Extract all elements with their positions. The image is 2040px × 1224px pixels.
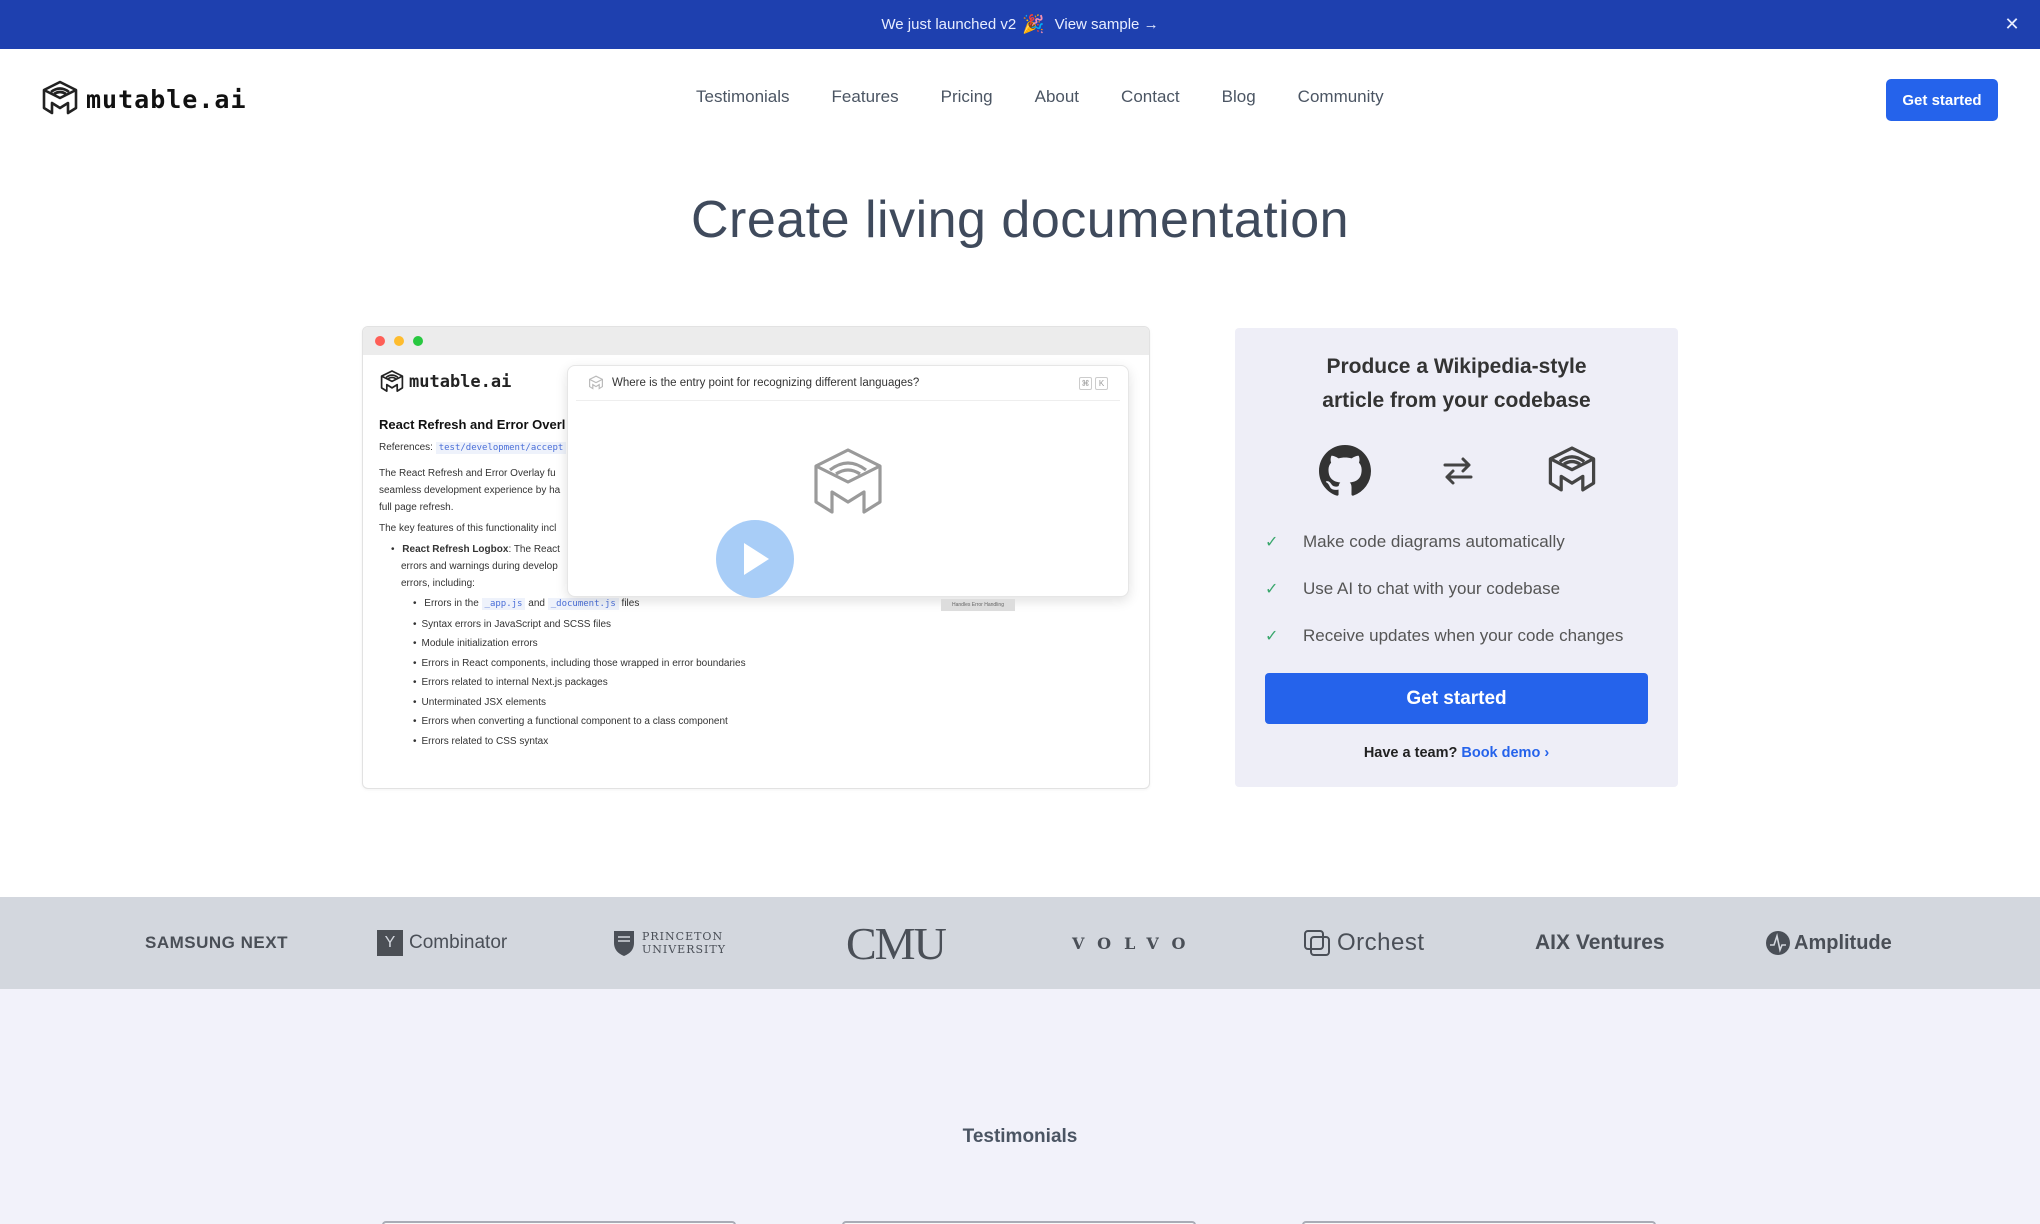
nav-contact[interactable]: Contact [1121, 87, 1180, 107]
mutable-small-icon [589, 375, 603, 390]
logbox-label: React Refresh Logbox [402, 544, 509, 555]
references-path: test/development/accept [435, 442, 567, 454]
window-close-dot [375, 336, 385, 346]
sync-arrows-icon [1443, 457, 1473, 485]
logo-text: mutable.ai [86, 84, 247, 114]
orchest-icon [1304, 930, 1330, 956]
feature-checklist: ✓ Make code diagrams automatically ✓ Use A… [1265, 518, 1623, 659]
investor-logos: SAMSUNG NEXT Y Combinator PRINCETON UNIV… [0, 897, 2040, 989]
play-button[interactable] [716, 520, 794, 598]
code-document-js: _document.js [547, 598, 619, 610]
demo-logo-text: mutable.ai [409, 372, 512, 392]
error-item: Errors in React components, including th… [413, 654, 799, 674]
testimonials-title: Testimonials [962, 1126, 1078, 1147]
nav-pricing[interactable]: Pricing [941, 87, 993, 107]
logo[interactable]: mutable.ai [40, 79, 247, 119]
check-icon: ✓ [1265, 533, 1279, 551]
mutable-logo-icon [1548, 446, 1596, 492]
mutable-logo-icon [380, 370, 404, 392]
princeton-line: PRINCETON [642, 930, 724, 943]
error-item: Module initialization errors [413, 634, 799, 654]
team-text: Have a team? [1363, 745, 1458, 761]
chat-popup: Where is the entry point for recognizing… [567, 365, 1129, 597]
princeton-shield-icon [614, 931, 634, 956]
princeton-line: UNIVERSITY [642, 943, 726, 956]
k-key: K [1095, 376, 1108, 390]
card-title-line: article from your codebase [1322, 389, 1591, 412]
chat-question: Where is the entry point for recognizing… [612, 377, 920, 389]
orchest-text: Orchest [1337, 929, 1425, 956]
announcement-bar: We just launched v2 🎉 View sample → ✕ [0, 0, 2040, 49]
card-title: Produce a Wikipedia-style article from y… [1235, 350, 1678, 418]
error-text: files [621, 598, 640, 609]
check-icon: ✓ [1265, 627, 1279, 645]
check-icon: ✓ [1265, 580, 1279, 598]
princeton-text: PRINCETON UNIVERSITY [642, 930, 726, 956]
view-sample-link[interactable]: View sample → [1055, 16, 1159, 33]
chat-question-bar: Where is the entry point for recognizing… [576, 366, 1120, 401]
header-get-started-button[interactable]: Get started [1886, 79, 1998, 121]
nav-testimonials[interactable]: Testimonials [696, 87, 790, 107]
error-text: Errors in the [424, 598, 479, 609]
yc-box-icon: Y [377, 930, 403, 956]
error-item: Errors when converting a functional comp… [413, 712, 799, 732]
aix-ventures-logo: AIX Ventures [1535, 931, 1665, 954]
play-icon [744, 543, 769, 575]
mutable-logo-large-icon [814, 448, 882, 514]
feature-item: ✓ Use AI to chat with your codebase [1265, 565, 1623, 612]
close-icon[interactable]: ✕ [2000, 12, 2024, 36]
error-item: Errors in the _app.js and _document.js f… [413, 594, 799, 615]
yc-text: Combinator [409, 932, 508, 953]
main-nav: Testimonials Features Pricing About Cont… [696, 87, 1426, 107]
party-popper-icon: 🎉 [1022, 14, 1045, 34]
site-header: mutable.ai Testimonials Features Pricing… [0, 49, 2040, 149]
amplitude-logo: Amplitude [1765, 897, 1892, 989]
references-label: References: [379, 442, 433, 453]
team-prompt: Have a team? Book demo › [1235, 745, 1678, 761]
github-icon [1319, 445, 1371, 496]
card-title-line: Produce a Wikipedia-style [1326, 355, 1587, 378]
mutable-logo-icon [42, 80, 78, 115]
feature-item: ✓ Make code diagrams automatically [1265, 518, 1623, 565]
card-get-started-button[interactable]: Get started [1265, 673, 1648, 724]
error-text: and [528, 598, 545, 609]
window-minimize-dot [394, 336, 404, 346]
diagram-tooltip: Handles Error Handling [941, 599, 1015, 611]
nav-about[interactable]: About [1035, 87, 1079, 107]
keyboard-shortcut: ⌘ K [1079, 376, 1108, 390]
volvo-logo: VOLVO [1072, 933, 1199, 953]
integration-icons [1319, 444, 1599, 498]
feature-item: ✓ Receive updates when your code changes [1265, 612, 1623, 659]
error-list: Errors in the _app.js and _document.js f… [391, 594, 799, 751]
window-titlebar [363, 327, 1149, 355]
book-demo-link[interactable]: Book demo › [1461, 745, 1549, 761]
code-app-js: _app.js [481, 598, 526, 610]
nav-blog[interactable]: Blog [1222, 87, 1256, 107]
orchest-logo: Orchest [1303, 897, 1425, 989]
feature-text: Use AI to chat with your codebase [1303, 578, 1561, 598]
logbox-text: : The React [508, 544, 560, 555]
feature-text: Make code diagrams automatically [1303, 531, 1565, 551]
samsung-next-logo: SAMSUNG NEXT [145, 933, 288, 952]
error-item: Errors related to CSS syntax [413, 732, 799, 752]
princeton-logo: PRINCETON UNIVERSITY [612, 897, 726, 989]
announcement-text: We just launched v2 [881, 16, 1017, 33]
error-item: Errors related to internal Next.js packa… [413, 673, 799, 693]
signup-card: Produce a Wikipedia-style article from y… [1235, 328, 1678, 787]
error-item: Syntax errors in JavaScript and SCSS fil… [413, 615, 799, 635]
testimonials-section: Testimonials [0, 989, 2040, 1224]
amplitude-icon [1766, 931, 1790, 955]
hero-title: Create living documentation [690, 191, 1350, 249]
window-maximize-dot [413, 336, 423, 346]
amplitude-text: Amplitude [1794, 931, 1892, 954]
nav-features[interactable]: Features [832, 87, 899, 107]
cmu-logo: CMU [846, 917, 947, 969]
nav-community[interactable]: Community [1298, 87, 1384, 107]
error-item: Unterminated JSX elements [413, 693, 799, 713]
feature-text: Receive updates when your code changes [1303, 625, 1624, 645]
ycombinator-logo: Y Combinator [377, 897, 507, 989]
command-key-icon: ⌘ [1079, 376, 1092, 390]
